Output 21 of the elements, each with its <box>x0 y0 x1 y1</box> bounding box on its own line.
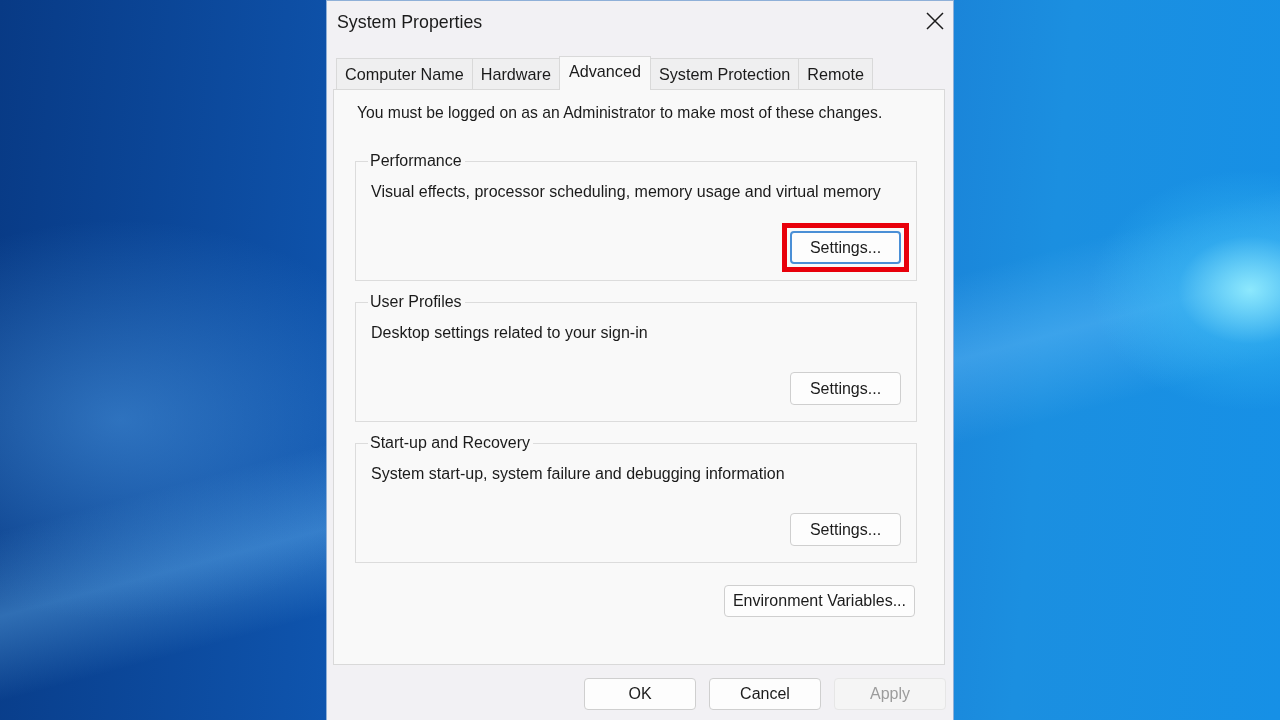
settings-button[interactable]: Settings... <box>790 372 901 405</box>
group-title: Performance <box>369 152 463 170</box>
tab[interactable]: System Protection <box>649 58 800 89</box>
tab[interactable]: Computer Name <box>336 58 473 89</box>
tab[interactable]: Hardware <box>471 58 560 89</box>
settings-button[interactable]: Settings... <box>790 231 901 264</box>
window-title: System Properties <box>337 12 483 33</box>
tab[interactable]: Advanced <box>558 56 651 90</box>
group-description: System start-up, system failure and debugging information <box>371 465 786 483</box>
dialog-button[interactable]: OK <box>584 678 696 710</box>
tab[interactable]: Remote <box>798 58 873 89</box>
settings-button[interactable]: Settings... <box>790 513 901 546</box>
group-title: Start-up and Recovery <box>369 434 532 452</box>
notice-text: You must be logged on as an Administrator to make most of these changes. <box>357 104 884 122</box>
dialog-button[interactable]: Cancel <box>709 678 821 710</box>
environment-variables-button[interactable]: Environment Variables... <box>723 585 915 617</box>
group-title: User Profiles <box>369 293 463 311</box>
close-button[interactable] <box>926 12 944 30</box>
close-icon <box>926 12 944 30</box>
group-description: Visual effects, processor scheduling, memory usage and virtual memory <box>371 183 882 201</box>
group-description: Desktop settings related to your sign-in <box>371 324 649 342</box>
